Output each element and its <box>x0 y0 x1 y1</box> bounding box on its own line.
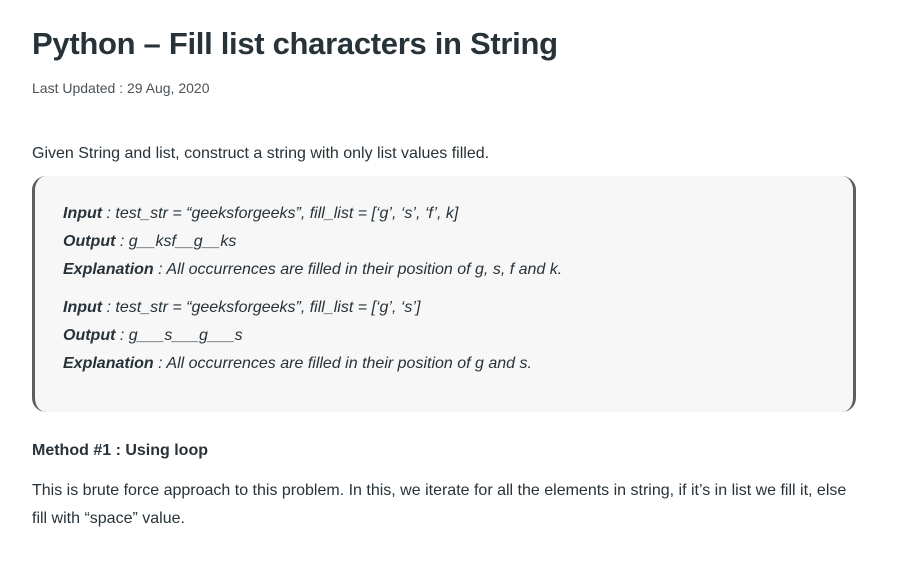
input-label: Input <box>63 205 103 222</box>
method-heading: Method #1 : Using loop <box>32 442 208 459</box>
input-label: Input <box>63 299 103 316</box>
example-1: Input : test_str = “geeksforgeeks”, fill… <box>63 200 562 284</box>
last-updated: Last Updated : 29 Aug, 2020 <box>32 80 210 96</box>
output-label: Output <box>63 233 116 250</box>
example-output: Output : g___s___g___s <box>63 322 532 350</box>
output-text: : g___s___g___s <box>115 327 243 344</box>
example-explanation: Explanation : All occurrences are filled… <box>63 256 562 284</box>
input-text: : test_str = “geeksforgeeks”, fill_list … <box>102 299 421 316</box>
input-text: : test_str = “geeksforgeeks”, fill_list … <box>102 205 459 222</box>
output-label: Output <box>63 327 116 344</box>
example-input: Input : test_str = “geeksforgeeks”, fill… <box>63 200 562 228</box>
method-description: This is brute force approach to this pro… <box>32 482 847 527</box>
example-explanation: Explanation : All occurrences are filled… <box>63 350 532 378</box>
intro-text: Given String and list, construct a strin… <box>32 145 490 162</box>
explanation-label: Explanation <box>63 261 154 278</box>
page-title: Python – Fill list characters in String <box>32 26 558 61</box>
example-input: Input : test_str = “geeksforgeeks”, fill… <box>63 294 532 322</box>
explanation-label: Explanation <box>63 355 154 372</box>
example-output: Output : g__ksf__g__ks <box>63 228 562 256</box>
explanation-text: : All occurrences are filled in their po… <box>153 355 532 372</box>
example-box: Input : test_str = “geeksforgeeks”, fill… <box>32 176 856 412</box>
output-text: : g__ksf__g__ks <box>115 233 237 250</box>
explanation-text: : All occurrences are filled in their po… <box>153 261 563 278</box>
example-2: Input : test_str = “geeksforgeeks”, fill… <box>63 294 532 378</box>
